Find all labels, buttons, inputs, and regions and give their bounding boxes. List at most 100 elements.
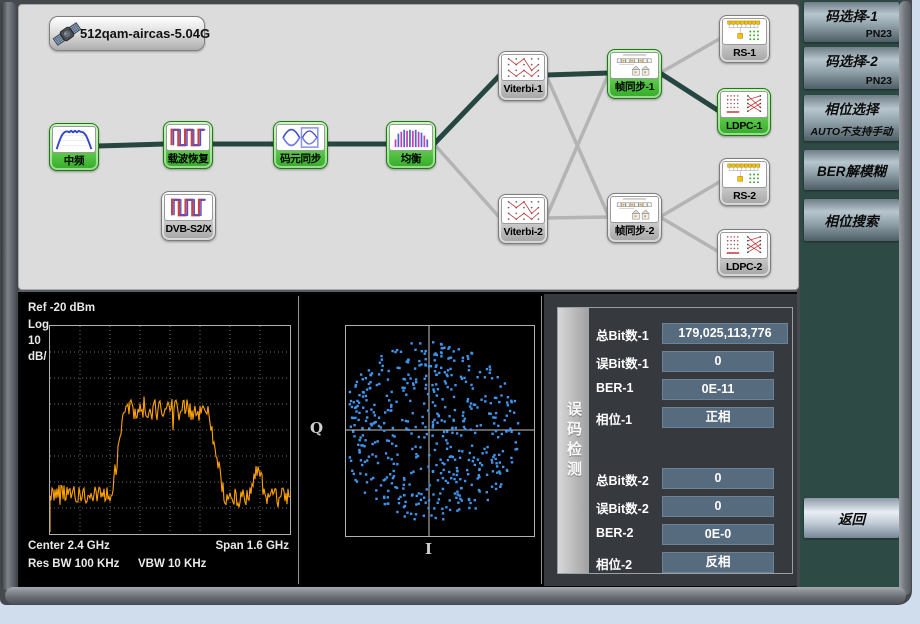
- error-detection-box: 误码检测 总Bit数-1 179,025,113,776 误Bit数-1 0 BER-1…: [557, 307, 793, 574]
- scale-label-log: Log: [28, 319, 49, 331]
- q-axis-label: Q: [310, 419, 323, 437]
- flow-block-label: 帧同步-1: [610, 79, 659, 95]
- trellis-icon: [501, 197, 545, 224]
- flow-block-label: RS-1: [722, 45, 767, 61]
- flow-block-rs2[interactable]: RS-2: [719, 158, 770, 206]
- spectrum-panel: Ref -20 dBm Log 10 dB/ Center 2.4 GHz Sp…: [20, 294, 297, 586]
- error-row-value: 0: [662, 496, 774, 517]
- flow-block-ldpc1[interactable]: LDPC-1: [717, 88, 771, 136]
- signal-file-label: 512qam-aircas-5.04G: [80, 26, 210, 41]
- flow-block-viterbi1[interactable]: Viterbi-1: [498, 51, 548, 101]
- softkey-value: AUTO不支持手动: [804, 124, 899, 139]
- error-row: 误Bit数-1 0: [594, 351, 788, 371]
- trellis-icon: [501, 54, 545, 81]
- error-row-label: BER-2: [596, 526, 634, 540]
- flow-block-framesync1[interactable]: 帧同步-1: [607, 49, 662, 99]
- flow-block-equalizer[interactable]: 均衡: [386, 121, 436, 169]
- constellation-panel: Q I: [301, 294, 540, 586]
- flow-block-symbol[interactable]: 码元同步: [273, 121, 328, 169]
- ldpc-icon: [720, 232, 768, 259]
- scale-label-10: 10: [28, 335, 41, 347]
- panel-divider: [298, 296, 299, 584]
- error-detection-strip: 误码检测: [558, 308, 589, 573]
- bottom-displays: Ref -20 dBm Log 10 dB/ Center 2.4 GHz Sp…: [18, 290, 797, 588]
- spectrum-plot: [49, 325, 291, 535]
- flow-block-framesync2[interactable]: 帧同步-2: [607, 193, 662, 243]
- flow-block-label: Viterbi-2: [501, 224, 545, 240]
- window-bottom-tube: [5, 587, 906, 604]
- ldpc-icon: [720, 91, 768, 118]
- bars-icon: [389, 124, 433, 151]
- squarewave-icon: [166, 124, 210, 151]
- flow-block-if[interactable]: 中频: [49, 123, 99, 171]
- rs-icon: [722, 18, 767, 45]
- frame-icon: [610, 196, 659, 223]
- error-rows: 总Bit数-1 179,025,113,776 误Bit数-1 0 BER-1 0E-11…: [594, 323, 788, 580]
- softkey-title: 相位选择: [804, 98, 899, 118]
- flow-block-label: 均衡: [389, 151, 433, 167]
- squarewave-icon: [164, 194, 213, 221]
- flow-block-label: 码元同步: [276, 151, 325, 167]
- demod-flow-panel: 中频 载波恢复码元同步 均衡 DVB-S2/X Viterbi-1 帧同步-1 RS-1 LD…: [18, 4, 799, 290]
- softkey-phase-select[interactable]: 相位选择 AUTO不支持手动: [804, 95, 899, 141]
- error-row-label: 总Bit数-1: [596, 325, 649, 344]
- vbw-label: VBW 10 KHz: [138, 558, 206, 570]
- error-row-label: BER-1: [596, 381, 634, 395]
- softkey-phase-search[interactable]: 相位搜索: [804, 199, 899, 241]
- error-row: 总Bit数-1 179,025,113,776: [594, 323, 788, 343]
- softkey-ber-disambiguation[interactable]: BER解模糊: [804, 150, 899, 190]
- error-row-label: 相位-1: [596, 409, 632, 428]
- error-row-value: 0: [662, 351, 774, 372]
- error-row-label: 相位-2: [596, 554, 632, 573]
- softkey-return[interactable]: 返回: [804, 498, 899, 538]
- flow-block-ldpc2[interactable]: LDPC-2: [717, 229, 771, 277]
- softkey-code-select-1[interactable]: 码选择-1PN23: [804, 2, 899, 42]
- softkey-value: PN23: [804, 75, 899, 87]
- window-right-tube: [899, 1, 911, 595]
- rbw-label: Res BW 100 KHz: [28, 558, 119, 570]
- error-row-spacer: [594, 435, 788, 468]
- softkey-sidebar: 码选择-1PN23 码选择-2 PN23 相位选择 AUTO不支持手动 BER解模糊相位搜…: [800, 0, 902, 588]
- error-detection-panel: 误码检测 总Bit数-1 179,025,113,776 误Bit数-1 0 BER-1…: [544, 294, 797, 586]
- rs-icon: [722, 161, 767, 188]
- scale-label-db: dB/: [28, 351, 47, 363]
- error-row-value: 正相: [662, 407, 774, 428]
- error-row-value: 179,025,113,776: [662, 323, 788, 344]
- flow-block-label: 中频: [52, 153, 96, 169]
- spectrum-trace: [50, 397, 290, 532]
- flow-block-carrier[interactable]: 载波恢复: [163, 121, 213, 169]
- span-label: Span 1.6 GHz: [216, 540, 290, 552]
- flow-block-label: LDPC-1: [720, 118, 768, 134]
- error-row-label: 误Bit数-2: [596, 498, 649, 517]
- center-freq-label: Center 2.4 GHz: [28, 540, 110, 552]
- bandpass-icon: [52, 126, 96, 153]
- softkey-title: 码选择-1: [804, 5, 899, 25]
- softkey-title: 相位搜索: [825, 210, 879, 230]
- softkey-code-select-2[interactable]: 码选择-2 PN23: [804, 47, 899, 89]
- softkey-title: 码选择-2: [804, 50, 899, 70]
- frame-icon: [610, 52, 659, 79]
- flow-block-viterbi2[interactable]: Viterbi-2: [498, 194, 548, 244]
- error-row: BER-2 0E-0: [594, 524, 788, 544]
- error-row-label: 总Bit数-2: [596, 470, 649, 489]
- error-row-value: 0E-0: [662, 524, 774, 545]
- flow-block-rs1[interactable]: RS-1: [719, 15, 770, 63]
- i-axis-label: I: [425, 540, 432, 558]
- signal-file-button[interactable]: 512qam-aircas-5.04G: [49, 16, 205, 51]
- ref-level-label: Ref -20 dBm: [28, 302, 95, 314]
- flow-block-label: 帧同步-2: [610, 223, 659, 239]
- panel-divider: [541, 296, 542, 584]
- error-row-value: 反相: [662, 552, 774, 573]
- error-row-value: 0: [662, 468, 774, 489]
- softkey-title: BER解模糊: [817, 160, 886, 180]
- error-row-value: 0E-11: [662, 379, 774, 400]
- flow-block-label: RS-2: [722, 188, 767, 204]
- flow-block-label: LDPC-2: [720, 259, 768, 275]
- error-row: 总Bit数-2 0: [594, 468, 788, 488]
- flow-block-label: Viterbi-1: [501, 81, 545, 97]
- eye-icon: [276, 124, 325, 151]
- error-row-label: 误Bit数-1: [596, 353, 649, 372]
- constellation-plot: [345, 325, 535, 537]
- flow-block-dvb[interactable]: DVB-S2/X: [161, 191, 216, 241]
- error-row: 误Bit数-2 0: [594, 496, 788, 516]
